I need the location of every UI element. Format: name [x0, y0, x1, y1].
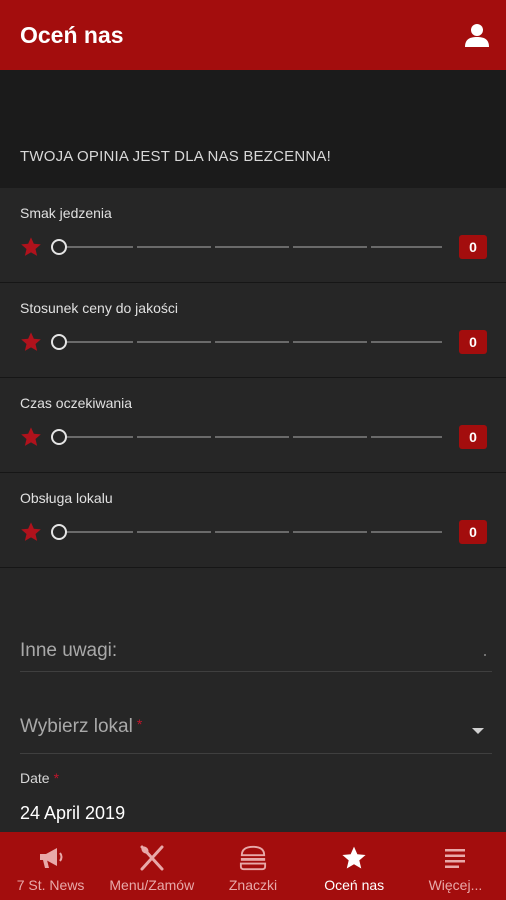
rating-value-badge: 0: [459, 425, 487, 449]
rating-value-badge: 0: [459, 235, 487, 259]
star-icon: [20, 426, 42, 448]
rating-slider-thumb[interactable]: [51, 524, 67, 540]
tab-label: Więcej...: [428, 877, 483, 893]
tab-label: Oceń nas: [324, 877, 385, 893]
opinion-banner: TWOJA OPINIA JEST DLA NAS BEZCENNA!: [0, 70, 506, 188]
app-screen: Oceń nas TWOJA OPINIA JEST DLA NAS BEZCE…: [0, 0, 506, 900]
rating-taste: Smak jedzenia 0: [0, 188, 506, 283]
banner-text: TWOJA OPINIA JEST DLA NAS BEZCENNA!: [20, 148, 331, 165]
page-title: Oceń nas: [20, 21, 124, 48]
star-icon: [20, 521, 42, 543]
user-icon[interactable]: [464, 22, 490, 48]
rating-slider-thumb[interactable]: [51, 334, 67, 350]
date-field[interactable]: 24 April 2019: [20, 803, 125, 824]
burger-icon: [239, 844, 267, 872]
tab-label: Znaczki: [228, 877, 278, 893]
list-icon: [441, 844, 469, 872]
chevron-down-icon[interactable]: [472, 728, 484, 734]
location-placeholder: Wybierz lokal: [20, 716, 133, 737]
rating-slider-track[interactable]: [58, 341, 442, 343]
tab-news[interactable]: 7 St. News: [0, 832, 101, 900]
rating-slider-track[interactable]: [58, 531, 442, 533]
rating-label: Obsługa lokalu: [20, 490, 113, 506]
star-icon: [20, 331, 42, 353]
tab-label: 7 St. News: [16, 877, 85, 893]
rating-label: Stosunek ceny do jakości: [20, 300, 178, 316]
rating-value-badge: 0: [459, 330, 487, 354]
star-icon: [340, 844, 368, 872]
rating-label: Czas oczekiwania: [20, 395, 133, 411]
resize-handle: [484, 654, 486, 656]
tab-label: Menu/Zamów: [109, 877, 195, 893]
star-icon: [20, 236, 42, 258]
ratings-list: Smak jedzenia 0 Stosunek ceny do jakości: [0, 188, 506, 568]
rating-value-badge: 0: [459, 520, 487, 544]
megaphone-icon: [37, 844, 65, 872]
tab-more[interactable]: Więcej...: [405, 832, 506, 900]
location-select[interactable]: Wybierz lokal *: [20, 716, 492, 754]
rating-label: Smak jedzenia: [20, 205, 112, 221]
rating-slider-track[interactable]: [58, 246, 442, 248]
required-mark: *: [53, 770, 60, 786]
fork-knife-icon: [138, 844, 166, 872]
top-bar: Oceń nas: [0, 0, 506, 70]
tab-stamps[interactable]: Znaczki: [202, 832, 303, 900]
rating-slider-thumb[interactable]: [51, 239, 67, 255]
tab-rate-us[interactable]: Oceń nas: [304, 832, 405, 900]
bottom-tab-bar: 7 St. News Menu/Zamów Znaczki Oceń nas W…: [0, 832, 506, 900]
rating-service: Obsługa lokalu 0: [0, 473, 506, 568]
rating-slider-track[interactable]: [58, 436, 442, 438]
rating-slider-thumb[interactable]: [51, 429, 67, 445]
rating-price-quality: Stosunek ceny do jakości 0: [0, 283, 506, 378]
rating-wait-time: Czas oczekiwania 0: [0, 378, 506, 473]
required-mark: *: [136, 716, 143, 732]
date-label: Date *: [20, 770, 59, 786]
notes-input[interactable]: Inne uwagi:: [20, 640, 492, 672]
tab-menu[interactable]: Menu/Zamów: [101, 832, 202, 900]
notes-placeholder: Inne uwagi:: [20, 640, 118, 661]
date-label-text: Date: [20, 770, 50, 786]
